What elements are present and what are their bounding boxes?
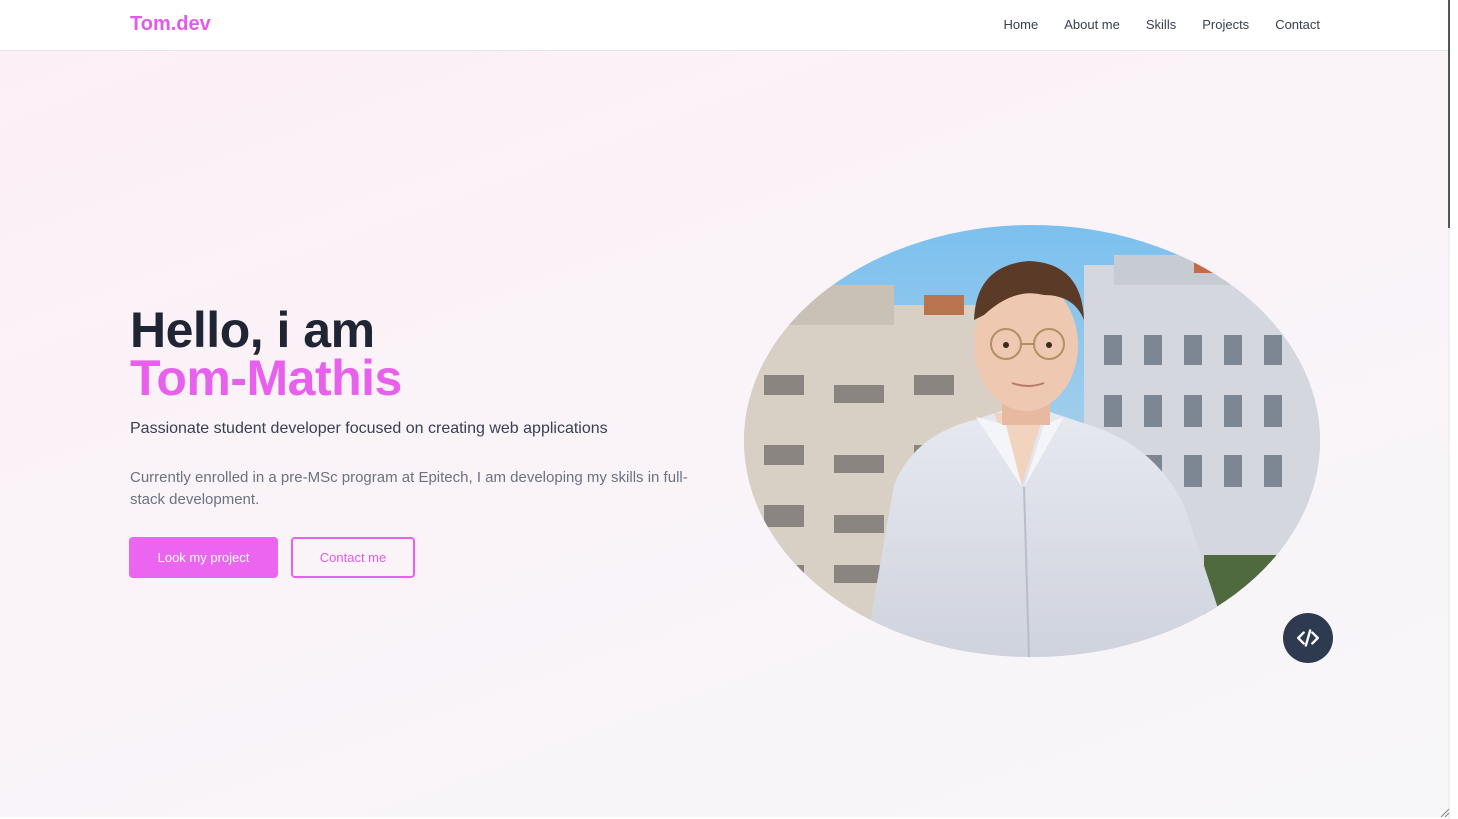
navbar: Tom.dev Home About me Skills Projects Co…	[0, 0, 1448, 51]
contact-me-button[interactable]: Contact me	[291, 537, 415, 578]
code-icon	[1297, 629, 1319, 647]
brand-logo[interactable]: Tom.dev	[130, 13, 211, 36]
profile-photo	[744, 225, 1320, 657]
hero-tagline: Passionate student developer focused on …	[130, 420, 608, 437]
look-project-button[interactable]: Look my project	[129, 537, 278, 578]
code-badge	[1283, 613, 1333, 663]
nav-link-about[interactable]: About me	[1064, 17, 1120, 32]
nav-link-home[interactable]: Home	[1004, 17, 1039, 32]
resize-grip-icon[interactable]	[1438, 806, 1450, 818]
nav-link-projects[interactable]: Projects	[1202, 17, 1249, 32]
hero-name: Tom-Mathis	[130, 350, 402, 406]
nav-links: Home About me Skills Projects Contact	[1004, 17, 1320, 32]
hero-description: Currently enrolled in a pre-MSc program …	[130, 469, 688, 508]
scrollbar-thumb[interactable]	[1448, 0, 1450, 228]
nav-link-skills[interactable]: Skills	[1146, 17, 1176, 32]
hero-section: Hello, i am Tom-Mathis Passionate studen…	[0, 51, 1450, 817]
nav-link-contact[interactable]: Contact	[1275, 17, 1320, 32]
profile-photo-illustration	[744, 225, 1320, 657]
